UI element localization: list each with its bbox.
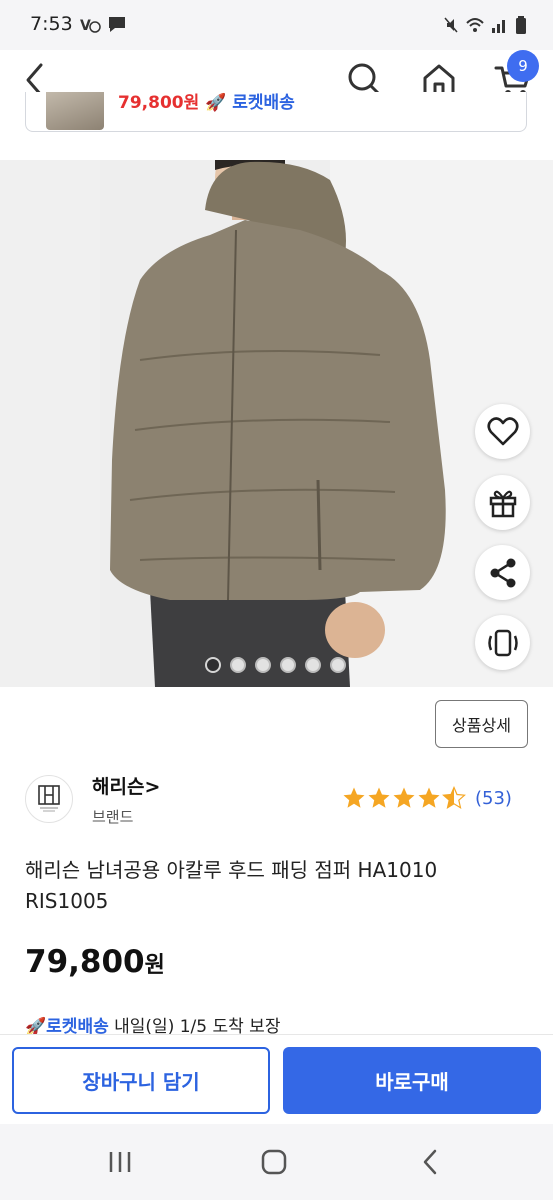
recommended-product-thumbnail bbox=[46, 92, 104, 130]
price-value: 79,800 bbox=[25, 944, 145, 980]
recommended-product-price: 79,800원 bbox=[118, 93, 200, 113]
share-button[interactable] bbox=[475, 545, 530, 600]
star-icon bbox=[343, 787, 365, 808]
product-title-line: RIS1005 bbox=[25, 889, 109, 913]
product-image[interactable] bbox=[0, 160, 553, 687]
battery-icon bbox=[516, 16, 526, 34]
notification-icons: V bbox=[80, 14, 128, 34]
carousel-dot[interactable] bbox=[305, 657, 321, 673]
recommended-product-card[interactable]: 79,800원 🚀 로켓배송 bbox=[25, 92, 527, 132]
back-nav-button[interactable] bbox=[410, 1144, 450, 1180]
review-count[interactable]: (53) bbox=[475, 788, 512, 809]
recent-apps-button[interactable] bbox=[100, 1144, 140, 1180]
star-icon bbox=[418, 787, 440, 808]
star-icon bbox=[368, 787, 390, 808]
carousel-dot[interactable] bbox=[230, 657, 246, 673]
system-icons bbox=[443, 15, 527, 35]
product-title-line: 해리슨 남녀공용 아칼루 후드 패딩 점퍼 HA1010 bbox=[25, 858, 438, 882]
status-bar: 7:53 V bbox=[0, 0, 553, 50]
recommended-product-price-line: 79,800원 🚀 로켓배송 bbox=[118, 92, 295, 113]
price-unit: 원 bbox=[144, 953, 165, 978]
vibrate-button[interactable] bbox=[475, 615, 530, 670]
cart-count-badge: 9 bbox=[507, 50, 539, 82]
mute-icon bbox=[444, 17, 458, 33]
star-half-icon bbox=[442, 786, 466, 810]
back-nav-icon bbox=[423, 1149, 437, 1175]
product-detail-button[interactable]: 상품상세 bbox=[435, 700, 528, 748]
product-title: 해리슨 남녀공용 아칼루 후드 패딩 점퍼 HA1010 RIS1005 bbox=[25, 855, 525, 917]
star-icon bbox=[393, 787, 415, 808]
product-page: 7:53 V 9 79,800원 🚀 로켓배송 상품상세 해리슨> 브랜드 (5… bbox=[0, 0, 553, 1200]
gift-icon bbox=[489, 490, 516, 517]
carousel-dot[interactable] bbox=[255, 657, 271, 673]
volte-icon: V bbox=[80, 18, 101, 34]
status-time: 7:53 bbox=[30, 13, 73, 35]
home-nav-icon bbox=[261, 1149, 287, 1175]
carousel-dot[interactable] bbox=[330, 657, 346, 673]
buy-now-button[interactable]: 바로구매 bbox=[283, 1047, 541, 1114]
rocket-icon: 🚀 bbox=[205, 93, 227, 113]
signal-icon bbox=[492, 20, 505, 33]
brand-label: 브랜드 bbox=[92, 808, 134, 826]
chat-bubble-icon bbox=[109, 17, 125, 32]
product-price: 79,800원 bbox=[25, 944, 165, 980]
recommended-product-delivery: 로켓배송 bbox=[232, 93, 295, 113]
add-to-cart-button[interactable]: 장바구니 담기 bbox=[12, 1047, 270, 1114]
rating[interactable]: (53) bbox=[342, 786, 512, 810]
system-nav-bar bbox=[0, 1124, 553, 1200]
product-photo-jacket bbox=[0, 160, 553, 687]
carousel-dot[interactable] bbox=[205, 657, 221, 673]
wifi-icon bbox=[466, 18, 484, 32]
heart-icon bbox=[486, 416, 519, 445]
share-icon bbox=[490, 558, 515, 587]
image-carousel-dots bbox=[205, 657, 346, 673]
brand-logo-mark bbox=[38, 785, 60, 812]
brand-name-link[interactable]: 해리슨> bbox=[92, 772, 160, 799]
home-nav-button[interactable] bbox=[254, 1144, 294, 1180]
brand-logo[interactable] bbox=[25, 775, 73, 823]
gift-button[interactable] bbox=[475, 475, 530, 530]
vibrate-icon bbox=[487, 629, 518, 656]
wishlist-button[interactable] bbox=[475, 404, 530, 459]
recent-apps-icon bbox=[109, 1152, 131, 1172]
bottom-action-bar: 장바구니 담기 바로구매 bbox=[0, 1034, 553, 1124]
carousel-dot[interactable] bbox=[280, 657, 296, 673]
